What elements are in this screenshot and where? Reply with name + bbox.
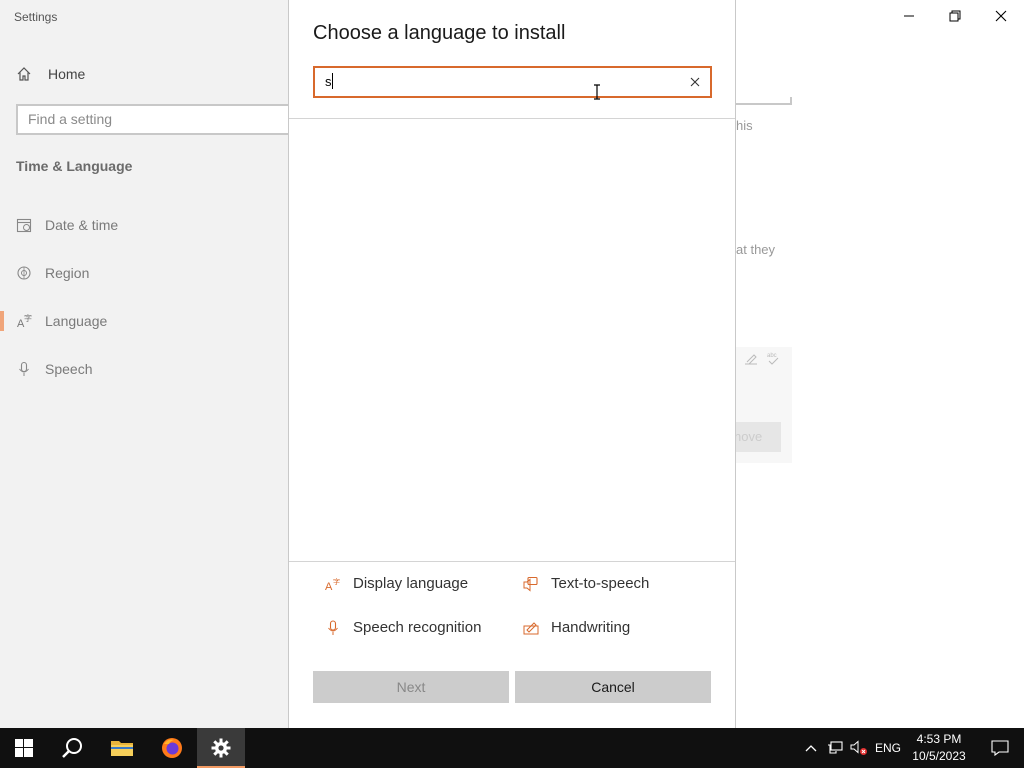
- input-language-indicator[interactable]: ENG: [875, 741, 901, 755]
- handwriting-icon: [523, 621, 539, 634]
- features-divider: [289, 561, 735, 562]
- feature-label: Text-to-speech: [551, 575, 650, 592]
- close-icon: [995, 10, 1007, 22]
- settings-taskbar-button[interactable]: [197, 728, 245, 768]
- svg-text:字: 字: [24, 313, 32, 323]
- folder-icon: [111, 741, 133, 756]
- settings-sidebar: Settings Home Find a setting Time & Lang…: [0, 0, 296, 728]
- network-icon: [828, 741, 843, 754]
- section-title: Time & Language: [16, 158, 133, 174]
- search-icon: [62, 738, 82, 758]
- volume-button[interactable]: [847, 728, 871, 768]
- notification-icon: [991, 740, 1009, 756]
- feature-text-to-speech: Text-to-speech: [523, 575, 649, 592]
- feature-label: Handwriting: [551, 619, 631, 636]
- nav-item-date-time[interactable]: Date & time: [16, 213, 286, 237]
- svg-text:字: 字: [333, 577, 340, 586]
- text-to-speech-icon: [523, 576, 538, 592]
- feature-label: Speech recognition: [353, 619, 482, 636]
- feature-display-language: A 字 Display language: [325, 575, 468, 592]
- nav-item-speech[interactable]: Speech: [16, 357, 286, 381]
- next-button[interactable]: Next: [313, 671, 509, 703]
- handwriting-icon: [745, 354, 757, 365]
- background-input-edge: [736, 97, 792, 105]
- minimize-icon: [904, 15, 914, 17]
- feature-label: Display language: [353, 575, 469, 592]
- find-setting-input[interactable]: Find a setting: [16, 104, 296, 135]
- home-icon: [17, 67, 31, 81]
- home-label: Home: [48, 66, 86, 82]
- search-button[interactable]: [48, 728, 96, 768]
- close-button[interactable]: [978, 0, 1024, 32]
- taskbar: ENG 4:53 PM 10/5/2023: [0, 728, 1024, 768]
- nav-label: Region: [45, 265, 90, 281]
- start-button[interactable]: [0, 728, 48, 768]
- language-icon: A 字: [17, 313, 32, 329]
- choose-language-dialog: Choose a language to install s A 字 Displ…: [288, 0, 736, 728]
- show-hidden-icons-button[interactable]: [799, 728, 823, 768]
- display-language-icon: A 字: [325, 577, 340, 592]
- microphone-icon: [19, 361, 29, 376]
- action-center-button[interactable]: [976, 728, 1024, 768]
- network-button[interactable]: [823, 728, 847, 768]
- restore-icon: [949, 10, 961, 22]
- clock[interactable]: 4:53 PM 10/5/2023: [908, 731, 970, 765]
- windows-logo-icon: [15, 739, 33, 757]
- firefox-icon: [162, 738, 182, 758]
- home-nav-item[interactable]: Home: [16, 64, 85, 84]
- search-value: s: [325, 74, 332, 89]
- globe-icon: [17, 266, 31, 280]
- dialog-title: Choose a language to install: [313, 22, 566, 44]
- nav-label: Language: [45, 313, 108, 329]
- svg-text:abc: abc: [767, 353, 777, 359]
- background-text-fragment: his: [736, 118, 753, 133]
- nav-item-language[interactable]: A 字 Language: [0, 309, 286, 333]
- gear-icon: [211, 738, 231, 758]
- restore-button[interactable]: [932, 0, 978, 32]
- language-results-list: [289, 119, 735, 561]
- calendar-icon: [16, 218, 32, 233]
- cancel-button[interactable]: Cancel: [515, 671, 711, 703]
- firefox-button[interactable]: [148, 728, 196, 768]
- file-explorer-button[interactable]: [98, 728, 146, 768]
- spellcheck-icon: abc: [767, 353, 779, 365]
- text-caret: [332, 73, 333, 89]
- nav-item-region[interactable]: Region: [16, 261, 286, 285]
- clock-date: 10/5/2023: [912, 749, 966, 763]
- chevron-up-icon: [805, 745, 817, 752]
- nav-label: Speech: [45, 361, 93, 377]
- microphone-icon: [328, 619, 338, 635]
- app-title: Settings: [14, 10, 58, 24]
- ibeam-cursor-icon: [594, 84, 600, 100]
- nav-label: Date & time: [45, 217, 119, 233]
- language-search-input[interactable]: s: [313, 66, 712, 98]
- clear-search-button[interactable]: [686, 73, 704, 91]
- close-icon: [690, 77, 700, 87]
- clock-time: 4:53 PM: [916, 732, 962, 746]
- background-text-fragment: at they: [736, 242, 776, 257]
- volume-muted-icon: [850, 740, 867, 755]
- remove-fragment-label: nove: [736, 429, 763, 444]
- feature-handwriting: Handwriting: [523, 619, 630, 636]
- minimize-button[interactable]: [886, 0, 932, 32]
- svg-text:A: A: [325, 581, 333, 592]
- background-remove-button: nove: [736, 422, 781, 452]
- feature-speech-recognition: Speech recognition: [325, 619, 481, 636]
